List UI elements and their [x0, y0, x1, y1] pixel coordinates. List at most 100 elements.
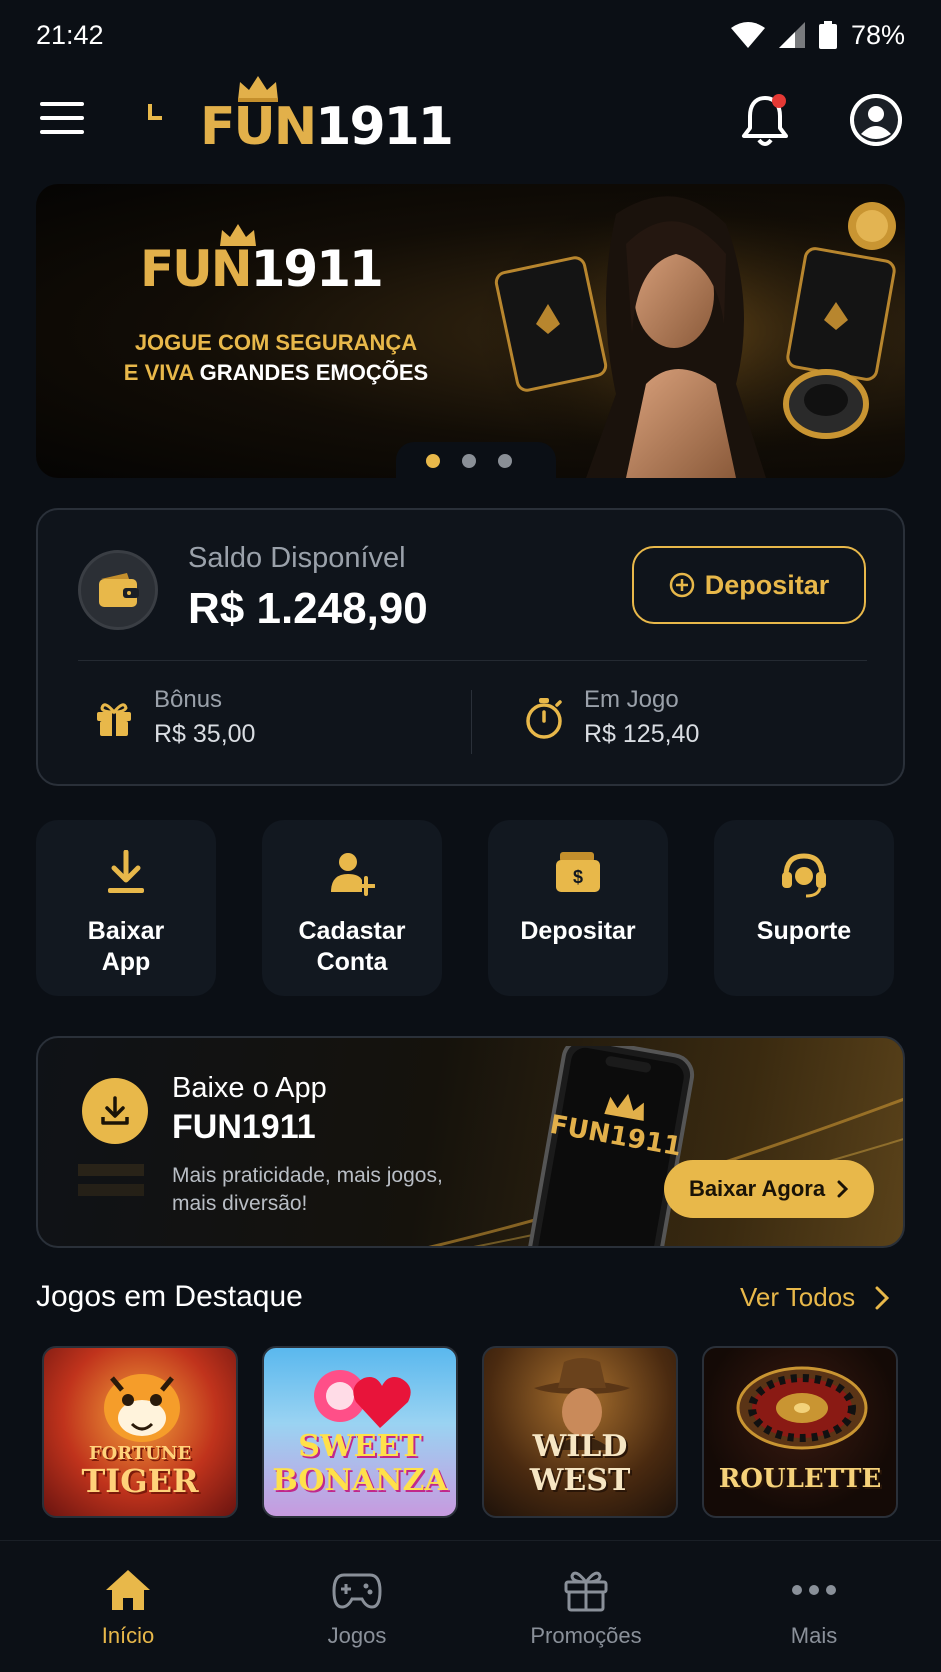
signal-icon: [778, 22, 805, 48]
game-card-roulette[interactable]: ROULETTE: [702, 1346, 898, 1518]
headset-icon: [782, 853, 826, 898]
menu-icon-bar: [40, 116, 84, 120]
balance-vertical-divider: [471, 690, 472, 754]
banner-line-1: JOGUE COM SEGURANÇA: [134, 330, 418, 355]
nav-item-promotions[interactable]: Promoções: [506, 1565, 666, 1649]
banner-tagline: JOGUE COM SEGURANÇA E VIVA GRANDES EMOÇÕ…: [86, 328, 466, 388]
promo-title: Baixe o App: [172, 1072, 327, 1104]
balance-value: R$ 1.248,90: [188, 584, 428, 633]
profile-button[interactable]: [850, 94, 902, 146]
game-title: FORTUNE TIGER: [44, 1443, 236, 1500]
quick-action-line-1: Depositar: [520, 917, 636, 945]
quick-action-line-2: App: [101, 948, 151, 976]
quick-action-icon-wrap: [714, 850, 894, 900]
quick-action-icon-wrap: [36, 850, 216, 900]
notification-badge: [772, 94, 786, 108]
chevron-right-icon: [875, 1286, 890, 1309]
carousel-dot-1[interactable]: [426, 454, 440, 468]
nav-item-more[interactable]: Mais: [734, 1565, 894, 1649]
bonus-value: R$ 35,00: [154, 720, 256, 748]
nav-icon-wrap: [506, 1565, 666, 1615]
game-title-line-2: BONANZA: [272, 1463, 448, 1498]
promo-brand: FUN1911: [172, 1108, 316, 1146]
carousel-dot-3[interactable]: [498, 454, 512, 468]
banner-line-2-bold: GRANDES EMOÇÕES: [199, 360, 429, 385]
banner-logo: FUN1911: [140, 240, 384, 298]
game-card-fortune-tiger[interactable]: FORTUNE TIGER: [42, 1346, 238, 1518]
more-dots-icon: [792, 1585, 836, 1595]
bottom-navigation: Início Jogos Promoções Mais: [0, 1540, 941, 1672]
download-now-button[interactable]: Baixar Agora: [664, 1160, 874, 1218]
banner-line-2: E VIVA GRANDES EMOÇÕES: [86, 358, 466, 388]
wallet-avatar: [78, 550, 158, 630]
nav-label: Promoções: [530, 1623, 642, 1648]
sparkle-icon: [148, 104, 162, 120]
deposit-button[interactable]: Depositar: [632, 546, 866, 624]
quick-action-line-1: Suporte: [756, 917, 852, 945]
carousel-dots: [426, 454, 512, 468]
gift-icon: [564, 1571, 608, 1612]
balance-label: Saldo Disponível: [188, 542, 406, 574]
game-title: WILD WEST: [484, 1430, 676, 1498]
game-title-line-1: FORTUNE: [88, 1443, 192, 1464]
quick-action-label: Baixar App: [36, 916, 216, 978]
app-download-promo: Baixe o App FUN1911 Mais praticidade, ma…: [36, 1036, 905, 1248]
banner-line-2-prefix: E VIVA: [123, 360, 200, 385]
download-icon: [108, 850, 144, 893]
game-title: ROULETTE: [704, 1462, 896, 1496]
download-icon: [101, 1096, 129, 1125]
quick-action-deposit[interactable]: $ Depositar: [488, 820, 668, 996]
game-title: SWEET BONANZA: [264, 1430, 456, 1498]
game-title-line-2: WEST: [529, 1463, 631, 1498]
nav-item-home[interactable]: Início: [48, 1565, 208, 1649]
banner-logo-fun: FUN: [140, 240, 253, 298]
nav-item-games[interactable]: Jogos: [277, 1565, 437, 1649]
quick-action-support[interactable]: Suporte: [714, 820, 894, 996]
game-title-line-2: TIGER: [81, 1462, 199, 1500]
hero-banner[interactable]: FUN1911 JOGUE COM SEGURANÇA E VIVA GRAND…: [36, 184, 905, 478]
see-all-link[interactable]: Ver Todos: [740, 1282, 890, 1313]
candy-illustration: [314, 1370, 411, 1428]
wallet-deposit-icon: $: [556, 852, 600, 892]
bonus-label: Bônus: [154, 686, 223, 713]
svg-text:$: $: [573, 867, 583, 887]
chevron-right-icon: [837, 1180, 849, 1198]
game-title-line-1: SWEET: [298, 1429, 422, 1464]
nav-icon-wrap: [734, 1565, 894, 1615]
nav-icon-wrap: [48, 1565, 208, 1615]
logo-fun: FUN: [200, 97, 317, 157]
quick-action-line-1: Cadastar: [298, 917, 406, 945]
deposit-button-label: Depositar: [704, 569, 830, 600]
promo-download-badge: [82, 1078, 148, 1144]
stopwatch-icon: [526, 697, 562, 739]
notifications-button[interactable]: [740, 92, 790, 148]
battery-percent: 78%: [850, 19, 905, 50]
game-card-wild-west[interactable]: WILD WEST: [482, 1346, 678, 1518]
brand-logo[interactable]: FUN1911: [200, 92, 454, 162]
logo-number: 1911: [315, 97, 454, 157]
game-title-line-1: ROULETTE: [718, 1464, 882, 1494]
balance-divider: [78, 660, 867, 661]
game-card-sweet-bonanza[interactable]: SWEET BONANZA: [262, 1346, 458, 1518]
banner-logo-number: 1911: [250, 240, 384, 298]
quick-action-download-app[interactable]: Baixar App: [36, 820, 216, 996]
menu-icon-bar: [40, 102, 84, 106]
roulette-wheel-illustration: [736, 1366, 868, 1450]
nav-icon-wrap: [277, 1565, 437, 1615]
phone-mockup: FUN1911: [524, 1046, 695, 1246]
tiger-illustration: [104, 1374, 180, 1442]
download-now-label: Baixar Agora: [688, 1176, 826, 1201]
wallet-icon: [99, 573, 139, 607]
menu-button[interactable]: [40, 102, 84, 138]
game-title-line-1: WILD: [532, 1429, 628, 1464]
nav-label: Início: [101, 1623, 155, 1648]
carousel-dot-2[interactable]: [462, 454, 476, 468]
status-bar: 21:42 78%: [0, 0, 941, 70]
balance-card: Saldo Disponível R$ 1.248,90 Depositar B…: [36, 508, 905, 786]
banner-illustration: [476, 184, 905, 478]
quick-action-register[interactable]: Cadastar Conta: [262, 820, 442, 996]
quick-action-label: Suporte: [714, 916, 894, 947]
gamepad-icon: [332, 1573, 382, 1609]
user-icon: [850, 94, 902, 146]
status-icons: 78%: [730, 19, 905, 51]
